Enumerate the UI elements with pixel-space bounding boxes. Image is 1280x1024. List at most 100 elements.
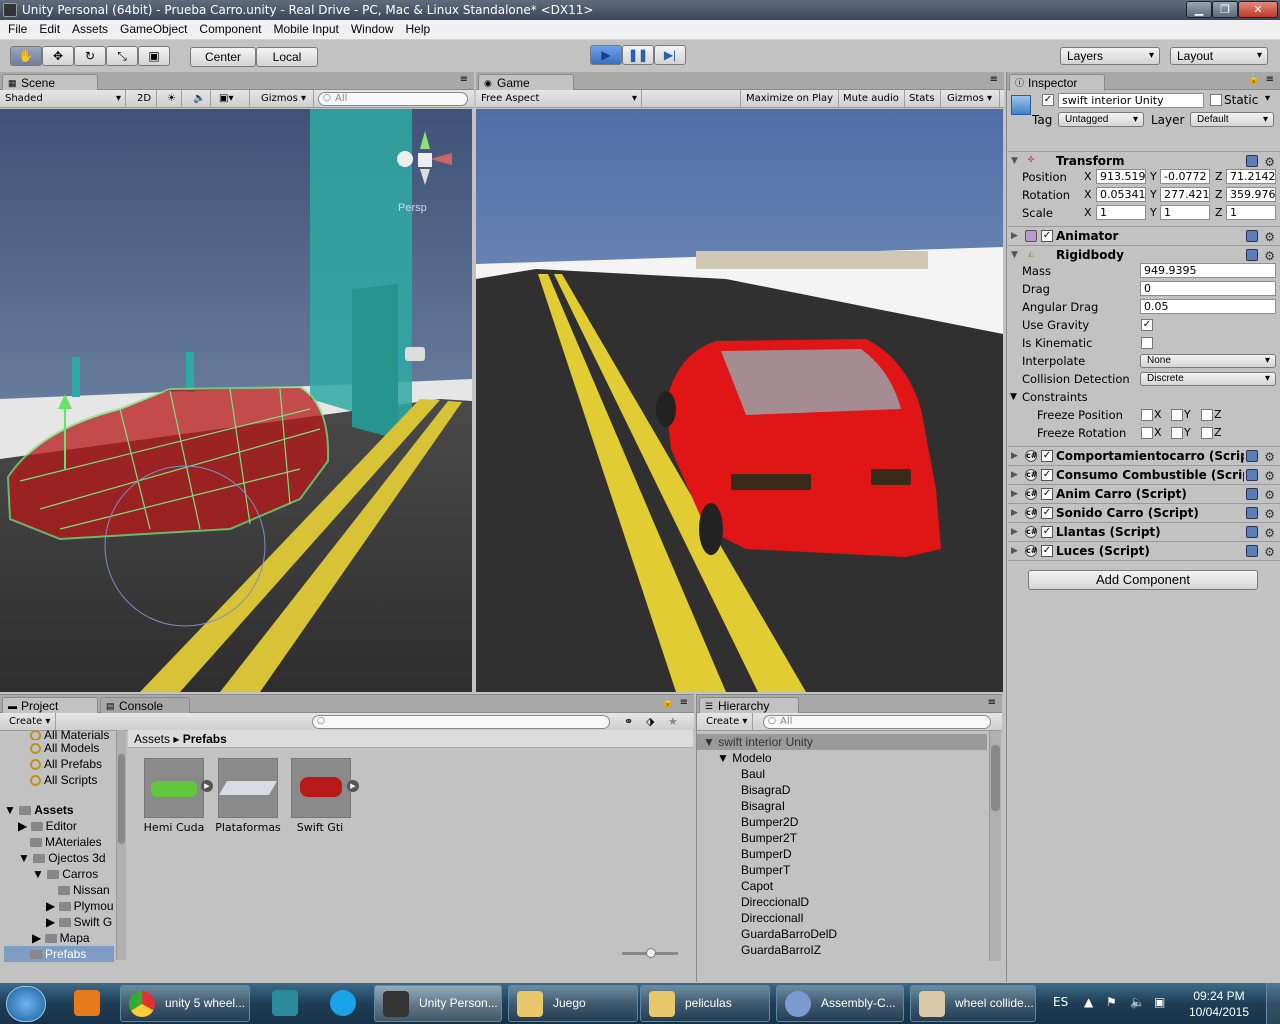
- tree-assets[interactable]: ▼ Assets: [4, 802, 114, 818]
- expand-arrow-icon[interactable]: ▼: [1010, 388, 1017, 406]
- clock[interactable]: 09:24 PM 10/04/2015: [1186, 988, 1252, 1020]
- rotation-x-field[interactable]: 0.05341: [1096, 187, 1146, 202]
- start-button[interactable]: [6, 986, 46, 1022]
- tag-dropdown[interactable]: Untagged: [1058, 112, 1144, 127]
- layers-dropdown[interactable]: Layers: [1060, 47, 1160, 65]
- scene-search-input[interactable]: All: [318, 92, 468, 106]
- script-enabled-checkbox[interactable]: ✓: [1041, 507, 1053, 519]
- favorite-star-icon[interactable]: ★: [668, 715, 678, 728]
- expand-arrow-icon[interactable]: ▶: [1011, 227, 1018, 245]
- help-icon[interactable]: [1246, 545, 1258, 557]
- tab-hierarchy[interactable]: ☰ Hierarchy: [699, 697, 799, 714]
- script-component-header[interactable]: ▶ c# ✓ Sonido Carro (Script) ⚙: [1008, 503, 1280, 522]
- tree-prefabs-selected[interactable]: Prefabs: [4, 946, 114, 962]
- freeze-rot-y-checkbox[interactable]: [1171, 427, 1183, 439]
- constraints-row[interactable]: ▼ Constraints: [1008, 388, 1280, 406]
- static-checkbox[interactable]: [1210, 94, 1222, 106]
- hierarchy-item[interactable]: DireccionalD: [697, 894, 987, 910]
- volume-icon[interactable]: 🔈: [1130, 995, 1145, 1009]
- active-checkbox[interactable]: ✓: [1042, 94, 1054, 106]
- freeze-rot-z-checkbox[interactable]: [1201, 427, 1213, 439]
- favorite-all-materials[interactable]: All Materials: [30, 727, 109, 740]
- breadcrumb-prefabs[interactable]: Prefabs: [183, 732, 227, 746]
- menu-component[interactable]: Component: [191, 20, 265, 36]
- hierarchy-item[interactable]: GuardaBarroDelD: [697, 926, 987, 942]
- mass-field[interactable]: 949.9395: [1140, 263, 1276, 278]
- panel-menu-icon[interactable]: ≡: [460, 74, 468, 85]
- game-viewport[interactable]: [476, 109, 1003, 692]
- rotation-z-field[interactable]: 359.976: [1226, 187, 1276, 202]
- freeze-pos-x-checkbox[interactable]: [1141, 409, 1153, 421]
- menu-mobile-input[interactable]: Mobile Input: [265, 20, 342, 36]
- layout-dropdown[interactable]: Layout: [1170, 47, 1268, 65]
- help-icon[interactable]: [1246, 488, 1258, 500]
- tree-mapa[interactable]: ▶ Mapa: [4, 930, 114, 946]
- pause-button[interactable]: ❚❚: [622, 45, 654, 65]
- 2d-toggle[interactable]: 2D: [132, 90, 158, 108]
- freeze-pos-z-checkbox[interactable]: [1201, 409, 1213, 421]
- tree-editor[interactable]: ▶ Editor: [4, 818, 114, 834]
- script-enabled-checkbox[interactable]: ✓: [1041, 488, 1053, 500]
- expand-prefab-icon[interactable]: ▶: [201, 780, 213, 792]
- rotation-y-field[interactable]: 277.421: [1160, 187, 1210, 202]
- freeze-pos-y-checkbox[interactable]: [1171, 409, 1183, 421]
- camera-gizmo-icon[interactable]: [405, 347, 425, 361]
- script-enabled-checkbox[interactable]: ✓: [1041, 526, 1053, 538]
- tree-objetos[interactable]: ▼ Ojectos 3d: [4, 850, 114, 866]
- taskbar-item-peliculas[interactable]: peliculas: [640, 985, 770, 1022]
- scale-z-field[interactable]: 1: [1226, 205, 1276, 220]
- panel-menu-icon[interactable]: ≡: [988, 697, 996, 708]
- hierarchy-item[interactable]: DireccionalI: [697, 910, 987, 926]
- stats-toggle[interactable]: Stats: [904, 90, 941, 108]
- gear-icon[interactable]: ⚙: [1264, 543, 1275, 561]
- thumbnail-size-slider[interactable]: [622, 948, 678, 958]
- gear-icon[interactable]: ⚙: [1264, 524, 1275, 542]
- play-button[interactable]: ▶: [590, 45, 622, 65]
- help-icon[interactable]: [1246, 155, 1258, 167]
- taskbar-item-chrome[interactable]: unity 5 wheel...: [120, 985, 250, 1022]
- project-search-input[interactable]: [312, 715, 610, 729]
- tab-console[interactable]: ▤ Console: [100, 697, 190, 714]
- is-kinematic-checkbox[interactable]: [1141, 337, 1153, 349]
- gear-icon[interactable]: ⚙: [1264, 505, 1275, 523]
- asset-hemi-cuda-thumb[interactable]: [144, 758, 204, 818]
- static-dropdown-icon[interactable]: ▾: [1265, 93, 1270, 104]
- audio-toggle-icon[interactable]: 🔈: [188, 90, 212, 108]
- tree-plymouth[interactable]: ▶ Plymou: [4, 898, 114, 914]
- layer-dropdown[interactable]: Default: [1190, 112, 1274, 127]
- interpolate-dropdown[interactable]: None: [1140, 354, 1276, 368]
- script-enabled-checkbox[interactable]: ✓: [1041, 545, 1053, 557]
- tree-swift[interactable]: ▶ Swift G: [4, 914, 114, 930]
- use-gravity-checkbox[interactable]: ✓: [1141, 319, 1153, 331]
- maximize-on-play-toggle[interactable]: Maximize on Play: [740, 90, 840, 108]
- help-icon[interactable]: [1246, 230, 1258, 242]
- pivot-center-button[interactable]: Center: [190, 47, 256, 67]
- favorite-all-prefabs[interactable]: All Prefabs: [30, 756, 109, 772]
- script-component-header[interactable]: ▶ c# ✓ Anim Carro (Script) ⚙: [1008, 484, 1280, 503]
- taskbar-item-juego[interactable]: Juego: [508, 985, 638, 1022]
- add-component-button[interactable]: Add Component: [1028, 570, 1258, 590]
- favorite-all-models[interactable]: All Models: [30, 740, 109, 756]
- script-enabled-checkbox[interactable]: ✓: [1041, 469, 1053, 481]
- position-y-field[interactable]: -0.0772: [1160, 169, 1210, 184]
- object-name-field[interactable]: swift interior Unity: [1058, 93, 1204, 108]
- step-button[interactable]: ▶|: [654, 45, 686, 65]
- tab-inspector[interactable]: ⓘ Inspector: [1009, 74, 1105, 91]
- lock-icon[interactable]: 🔒: [662, 697, 674, 708]
- hierarchy-item[interactable]: BisagraD: [697, 782, 987, 798]
- gear-icon[interactable]: ⚙: [1264, 228, 1275, 246]
- hierarchy-item[interactable]: BumperT: [697, 862, 987, 878]
- gear-icon[interactable]: ⚙: [1264, 467, 1275, 485]
- tree-scrollbar[interactable]: [116, 730, 126, 960]
- hierarchy-modelo-item[interactable]: ▼ Modelo: [697, 750, 987, 766]
- minimize-button[interactable]: ▁: [1186, 1, 1212, 18]
- filter-type-icon[interactable]: ⚭: [624, 715, 633, 728]
- taskbar-maya[interactable]: [256, 985, 314, 1022]
- hierarchy-item[interactable]: BisagraI: [697, 798, 987, 814]
- pivot-local-button[interactable]: Local: [256, 47, 318, 67]
- help-icon[interactable]: [1246, 249, 1258, 261]
- animator-enabled-checkbox[interactable]: ✓: [1041, 230, 1053, 242]
- hierarchy-item[interactable]: BumperD: [697, 846, 987, 862]
- menu-gameobject[interactable]: GameObject: [112, 20, 191, 36]
- taskbar-item-unity[interactable]: Unity Person...: [374, 985, 502, 1022]
